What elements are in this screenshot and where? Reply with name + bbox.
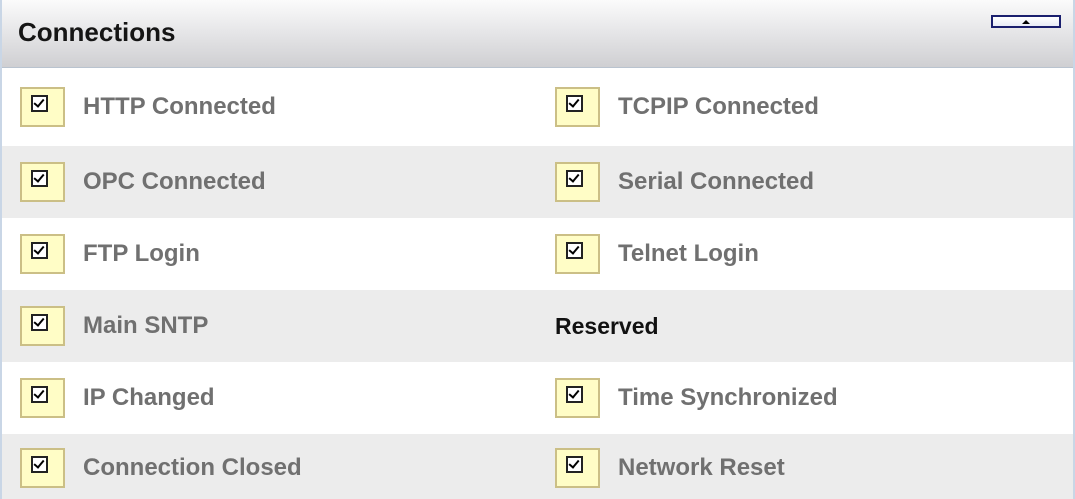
reserved-slot: Reserved: [555, 290, 659, 362]
checkmark-icon: [566, 386, 583, 403]
checkmark-icon: [31, 314, 48, 331]
connection-row: FTP Login Telnet Login: [2, 218, 1073, 290]
option-connection-closed[interactable]: Connection Closed: [20, 434, 302, 499]
network-reset-checkbox[interactable]: [555, 447, 600, 488]
option-label: OPC Connected: [83, 168, 266, 195]
option-label: Telnet Login: [618, 240, 759, 267]
checkmark-icon: [566, 242, 583, 259]
option-serial-connected[interactable]: Serial Connected: [555, 146, 814, 218]
option-label: HTTP Connected: [83, 93, 276, 120]
reserved-label: Reserved: [555, 312, 659, 339]
ip-changed-checkbox[interactable]: [20, 378, 65, 418]
option-label: IP Changed: [83, 384, 215, 411]
option-tcpip-connected[interactable]: TCPIP Connected: [555, 68, 819, 146]
option-time-synchronized[interactable]: Time Synchronized: [555, 362, 838, 434]
checkmark-icon: [31, 386, 48, 403]
checkmark-icon: [31, 95, 48, 112]
option-label: TCPIP Connected: [618, 93, 819, 120]
checkmark-icon: [566, 95, 583, 112]
checkmark-icon: [566, 170, 583, 187]
tcpip-connected-checkbox[interactable]: [555, 87, 600, 127]
option-label: Main SNTP: [83, 312, 209, 339]
checkmark-icon: [566, 455, 583, 473]
option-label: Network Reset: [618, 453, 785, 481]
main-sntp-checkbox[interactable]: [20, 306, 65, 346]
option-main-sntp[interactable]: Main SNTP: [20, 290, 208, 362]
connection-row: Connection Closed Network Reset: [2, 434, 1073, 499]
http-connected-checkbox[interactable]: [20, 87, 65, 127]
connection-closed-checkbox[interactable]: [20, 447, 65, 488]
panel-header: Connections: [2, 0, 1073, 68]
option-ip-changed[interactable]: IP Changed: [20, 362, 215, 434]
checkmark-icon: [31, 242, 48, 259]
telnet-login-checkbox[interactable]: [555, 234, 600, 274]
option-opc-connected[interactable]: OPC Connected: [20, 146, 266, 218]
connection-row: OPC Connected Serial Connected: [2, 146, 1073, 218]
option-network-reset[interactable]: Network Reset: [555, 434, 785, 499]
time-synchronized-checkbox[interactable]: [555, 378, 600, 418]
option-http-connected[interactable]: HTTP Connected: [20, 68, 276, 146]
caret-up-icon: [1022, 19, 1030, 24]
connection-row: IP Changed Time Synchronized: [2, 362, 1073, 434]
checkmark-icon: [31, 455, 48, 473]
option-label: Serial Connected: [618, 168, 815, 195]
connections-panel: Connections HTTP Connected TCPIP Connect…: [0, 0, 1075, 499]
serial-connected-checkbox[interactable]: [555, 162, 600, 202]
option-ftp-login[interactable]: FTP Login: [20, 218, 200, 290]
ftp-login-checkbox[interactable]: [20, 234, 65, 274]
connection-row: Main SNTP Reserved: [2, 290, 1073, 362]
panel-title: Connections: [18, 17, 176, 47]
option-label: Time Synchronized: [618, 384, 838, 411]
option-label: Connection Closed: [83, 453, 302, 481]
connections-list: HTTP Connected TCPIP Connected OPC Conne…: [2, 68, 1073, 499]
collapse-button[interactable]: [991, 15, 1061, 28]
option-label: FTP Login: [83, 240, 200, 267]
option-telnet-login[interactable]: Telnet Login: [555, 218, 759, 290]
checkmark-icon: [31, 170, 48, 187]
opc-connected-checkbox[interactable]: [20, 162, 65, 202]
connection-row: HTTP Connected TCPIP Connected: [2, 68, 1073, 146]
